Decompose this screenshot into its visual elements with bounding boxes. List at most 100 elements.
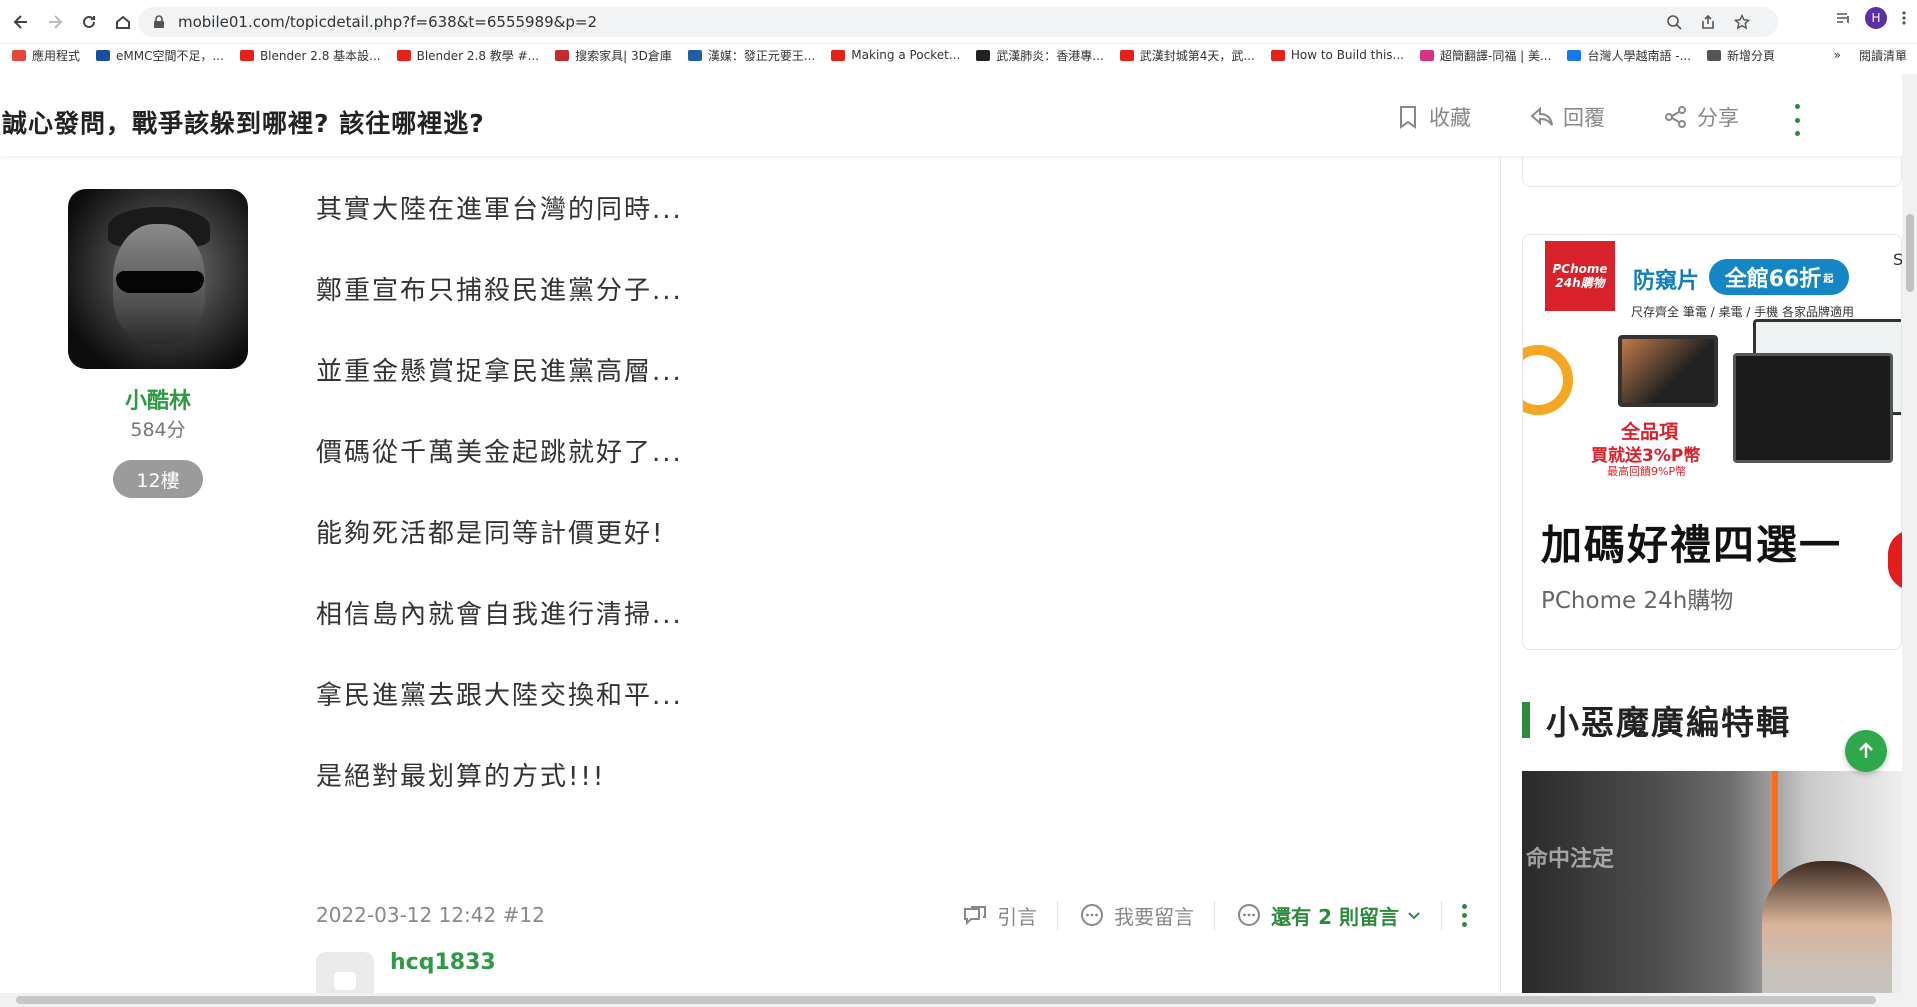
bookmark-favicon-icon: [396, 49, 411, 61]
bookmark-item[interactable]: 台灣人學越南語 -...: [1567, 47, 1691, 64]
bookmark-label: 武漢封城第4天，武...: [1139, 48, 1255, 63]
ad-logo-line2: 24h購物: [1555, 276, 1605, 290]
share-icon: [1665, 106, 1686, 128]
bookmark-item[interactable]: Blender 2.8 教學 #...: [396, 47, 540, 64]
ad-image[interactable]: PChome 24h購物 防窺片 全館66折起 尺存齊全 筆電 / 桌電 / 手…: [1523, 235, 1901, 479]
bookmark-favicon-icon: [687, 49, 702, 61]
horizontal-scrollbar[interactable]: [0, 993, 1917, 1007]
quote-button[interactable]: 引言: [941, 900, 1059, 930]
vertical-scroll-thumb[interactable]: [1906, 214, 1914, 292]
ad-pill-suffix: 起: [1823, 273, 1834, 285]
comment-icon: [1081, 904, 1104, 926]
avatar[interactable]: [68, 189, 248, 369]
ad-laptop-image: [1618, 335, 1718, 407]
kebab-menu-icon[interactable]: [1901, 10, 1907, 26]
bookmark-item[interactable]: 超簡翻譯-同福 | 美...: [1419, 47, 1552, 64]
bookmark-label: Blender 2.8 教學 #...: [416, 48, 540, 63]
bookmark-label: Making a Pocket...: [851, 48, 961, 62]
reload-icon: [83, 15, 95, 28]
share-page-icon[interactable]: [1700, 14, 1716, 30]
topic-more-menu[interactable]: [1792, 104, 1802, 136]
quote-icon: [964, 906, 987, 926]
feature-thumbnail[interactable]: 命中注定: [1522, 771, 1902, 995]
home-icon: [116, 15, 130, 29]
arrow-left-icon: [13, 14, 27, 29]
back-button[interactable]: [4, 5, 38, 39]
bookmark-item[interactable]: 武漢封城第4天，武...: [1119, 47, 1255, 64]
bookmark-label: 超簡翻譯-同福 | 美...: [1439, 48, 1552, 63]
post-line: 其實大陸在進軍台灣的同時...: [316, 195, 683, 225]
favorite-button[interactable]: 收藏: [1395, 102, 1471, 132]
ad-logo: PChome 24h購物: [1545, 241, 1615, 311]
bookmark-item[interactable]: 應用程式: [12, 47, 80, 64]
lock-icon: [154, 15, 164, 28]
ad-pill: 全館66折起: [1709, 259, 1849, 295]
reload-button[interactable]: [72, 5, 106, 39]
reading-list-button[interactable]: 閱讀清單: [1859, 47, 1907, 64]
reply-author[interactable]: hcq1833: [390, 950, 496, 975]
profile-avatar[interactable]: H: [1865, 7, 1887, 29]
topic-header: 誠心發問，戰爭該躲到哪裡? 該往哪裡逃? 收藏 回覆 分享: [0, 86, 1917, 156]
share-label: 分享: [1697, 106, 1739, 130]
bookmark-label: How to Build this...: [1290, 48, 1404, 62]
thumbnail-text: 命中注定: [1526, 847, 1615, 872]
home-button[interactable]: [106, 5, 140, 39]
post-more-menu[interactable]: [1442, 903, 1486, 927]
post-author[interactable]: 小酷林: [0, 383, 316, 415]
bookmark-favicon-icon: [1270, 49, 1285, 61]
bookmark-favicon-icon: [1419, 49, 1434, 61]
bookmark-favicon-icon: [239, 49, 254, 61]
comment-button[interactable]: 我要留言: [1058, 900, 1216, 930]
comment-label: 我要留言: [1114, 904, 1195, 929]
post-line: 相信島內就會自我進行清掃...: [316, 600, 683, 630]
post: 小酷林 584分 12樓 其實大陸在進軍台灣的同時... 鄭重宣布只捕殺民進黨分子…: [0, 156, 1500, 1002]
more-comments-label: 還有 2 則留言: [1271, 904, 1399, 929]
bookmark-favicon-icon: [976, 49, 991, 61]
favorite-label: 收藏: [1429, 106, 1471, 130]
author-score: 584分: [130, 419, 186, 441]
zoom-icon[interactable]: [1666, 14, 1682, 30]
bookmark-favicon-icon: [1119, 49, 1134, 61]
ad-laptop-image-2: [1733, 353, 1893, 463]
media-icon[interactable]: [1835, 10, 1851, 26]
reply-icon: [1530, 106, 1553, 126]
bookmark-item[interactable]: Making a Pocket...: [831, 48, 960, 62]
bookmark-item[interactable]: 新增分頁: [1707, 47, 1775, 64]
reply-button[interactable]: 回覆: [1529, 102, 1605, 132]
back-to-top-button[interactable]: [1845, 730, 1887, 772]
ad-brand: PChome 24h購物: [1541, 588, 1734, 614]
bookmark-item[interactable]: eMMC空間不足，...: [96, 47, 224, 64]
ad-pill-text: 全館66折: [1724, 267, 1822, 292]
bookmark-item[interactable]: Blender 2.8 基本設...: [239, 47, 381, 64]
bookmark-favicon-icon: [831, 49, 846, 61]
bookmark-label: 應用程式: [32, 48, 81, 63]
more-comments-button[interactable]: 還有 2 則留言: [1215, 900, 1442, 930]
ad-title[interactable]: 加碼好禮四選一: [1541, 511, 1842, 571]
bookmark-favicon-icon: [1707, 49, 1722, 61]
bookmark-label: 漢媒：發正元要王...: [707, 48, 816, 63]
horizontal-scroll-thumb[interactable]: [16, 996, 1876, 1004]
arrow-up-icon: [1859, 742, 1873, 758]
forward-button[interactable]: [38, 5, 72, 39]
bookmarks-overflow-button[interactable]: »: [1834, 48, 1841, 62]
share-button[interactable]: 分享: [1663, 102, 1739, 132]
post-line: 並重金懸賞捉拿民進黨高層...: [316, 357, 683, 387]
bookmark-item[interactable]: 搜索家具| 3D倉庫: [555, 47, 672, 64]
bookmark-label: 台灣人學越南語 -...: [1587, 48, 1692, 63]
post-line: 鄭重宣布只捕殺民進黨分子...: [316, 276, 683, 306]
bookmark-item[interactable]: 武漢肺炎：香港專...: [976, 47, 1104, 64]
chevron-down-icon: [1408, 912, 1420, 920]
section-header: 小惡魔廣編特輯: [1522, 700, 1791, 742]
bookmark-favicon-icon: [555, 49, 570, 61]
bookmark-item[interactable]: 漢媒：發正元要王...: [687, 47, 816, 64]
reply-label: 回覆: [1563, 106, 1605, 130]
vertical-scrollbar[interactable]: [1902, 74, 1917, 993]
bookmark-label: 新增分頁: [1727, 48, 1776, 63]
bookmark-item[interactable]: How to Build this...: [1270, 48, 1404, 62]
star-icon[interactable]: [1734, 14, 1750, 30]
address-bar[interactable]: mobile01.com/topicdetail.php?f=638&t=655…: [138, 7, 1778, 37]
browser-toolbar: mobile01.com/topicdetail.php?f=638&t=655…: [0, 0, 1917, 44]
ad-card[interactable]: PChome 24h購物 防窺片 全館66折起 尺存齊全 筆電 / 桌電 / 手…: [1522, 234, 1902, 650]
sidebar-card: [1522, 156, 1902, 187]
ad-promo-line3: 最高回饋9%P幣: [1607, 465, 1687, 478]
